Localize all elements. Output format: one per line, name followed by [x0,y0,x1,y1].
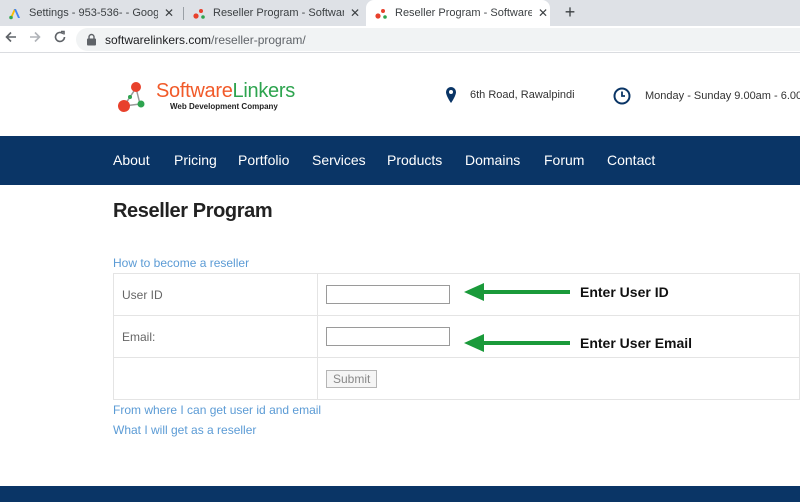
address-text: 6th Road, Rawalpindi [470,89,575,101]
tab-title: Reseller Program - Software Linke [395,7,532,19]
user-id-input[interactable] [326,285,450,304]
address-info: 6th Road, Rawalpindi [446,87,575,103]
logo-tagline: Web Development Company [170,102,278,111]
browser-tab-reseller-1[interactable]: Reseller Program - Software Linke ✕ [192,0,362,26]
browser-toolbar: softwarelinkers.com/reseller-program/ [0,26,800,53]
tab-title: Reseller Program - Software Linke [213,7,344,19]
close-tab-icon[interactable]: ✕ [162,6,176,20]
browser-tab-reseller-active[interactable]: Reseller Program - Software Linke ✕ [366,0,550,26]
back-button[interactable] [2,30,20,48]
nav-domains[interactable]: Domains [465,136,520,185]
where-get-user-id-link[interactable]: From where I can get user id and email [113,403,321,417]
browser-tab-settings[interactable]: Settings - 953-536- - Googl ✕ [8,0,176,26]
left-arrow-icon [464,283,570,301]
logo-wordmark: SoftwareLinkers [156,80,295,103]
new-tab-button[interactable]: + [560,2,580,22]
submit-cell: Submit [317,357,800,400]
nav-pricing[interactable]: Pricing [174,136,217,185]
nav-forum[interactable]: Forum [544,136,584,185]
email-label: Email: [113,315,318,358]
reseller-form: User ID Email: Submit [113,273,800,400]
empty-cell [113,357,318,400]
close-tab-icon[interactable]: ✕ [348,6,362,20]
left-arrow-icon [464,334,570,352]
email-annotation-label: Enter User Email [580,335,693,351]
email-arrow-annotation [462,333,572,353]
site-footer [0,486,800,502]
address-bar[interactable]: softwarelinkers.com/reseller-program/ [76,28,800,51]
clock-icon [613,87,631,105]
url-host: softwarelinkers.com [105,32,212,47]
site-logo[interactable]: SoftwareLinkers Web Development Company [114,76,304,116]
tab-separator [183,7,184,20]
back-arrow-icon [5,31,16,43]
softwarelinkers-favicon [192,6,206,20]
molecule-logo-icon [118,82,145,112]
nav-services[interactable]: Services [312,136,366,185]
email-input[interactable] [326,327,450,346]
reload-icon [54,30,66,43]
reload-button[interactable] [51,30,69,48]
user-id-arrow-annotation [462,282,572,302]
hours-text: Monday - Sunday 9.00am - 6.00pm [645,90,800,102]
logo-word-software: Software [156,80,233,102]
softwarelinkers-favicon [374,6,388,20]
submit-button[interactable]: Submit [326,369,378,388]
lock-icon [87,33,96,46]
nav-about[interactable]: About [113,136,150,185]
user-id-label: User ID [113,273,318,316]
map-pin-icon [446,87,456,103]
forward-button[interactable] [26,30,44,48]
url-path: /reseller-program/ [211,32,306,47]
google-ads-icon [8,6,22,20]
forward-arrow-icon [30,31,41,43]
nav-contact[interactable]: Contact [607,136,655,185]
main-navigation: About Pricing Portfolio Services Product… [0,136,800,185]
nav-portfolio[interactable]: Portfolio [238,136,289,185]
form-row-user-id: User ID [113,273,800,316]
nav-products[interactable]: Products [387,136,442,185]
browser-tab-bar: Settings - 953-536- - Googl ✕ Reseller P… [0,0,800,26]
logo-word-linkers: Linkers [232,80,296,102]
form-row-submit: Submit [113,357,800,400]
form-row-email: Email: [113,315,800,358]
close-tab-icon[interactable]: ✕ [536,6,550,20]
hours-info: Monday - Sunday 9.00am - 6.00pm [613,87,800,105]
site-header: SoftwareLinkers Web Development Company … [0,54,800,136]
page-title: Reseller Program [113,200,273,222]
how-to-become-reseller-link[interactable]: How to become a reseller [113,256,249,270]
user-id-annotation-label: Enter User ID [580,284,669,300]
tab-title: Settings - 953-536- - Googl [29,7,158,19]
what-get-as-reseller-link[interactable]: What I will get as a reseller [113,423,256,437]
